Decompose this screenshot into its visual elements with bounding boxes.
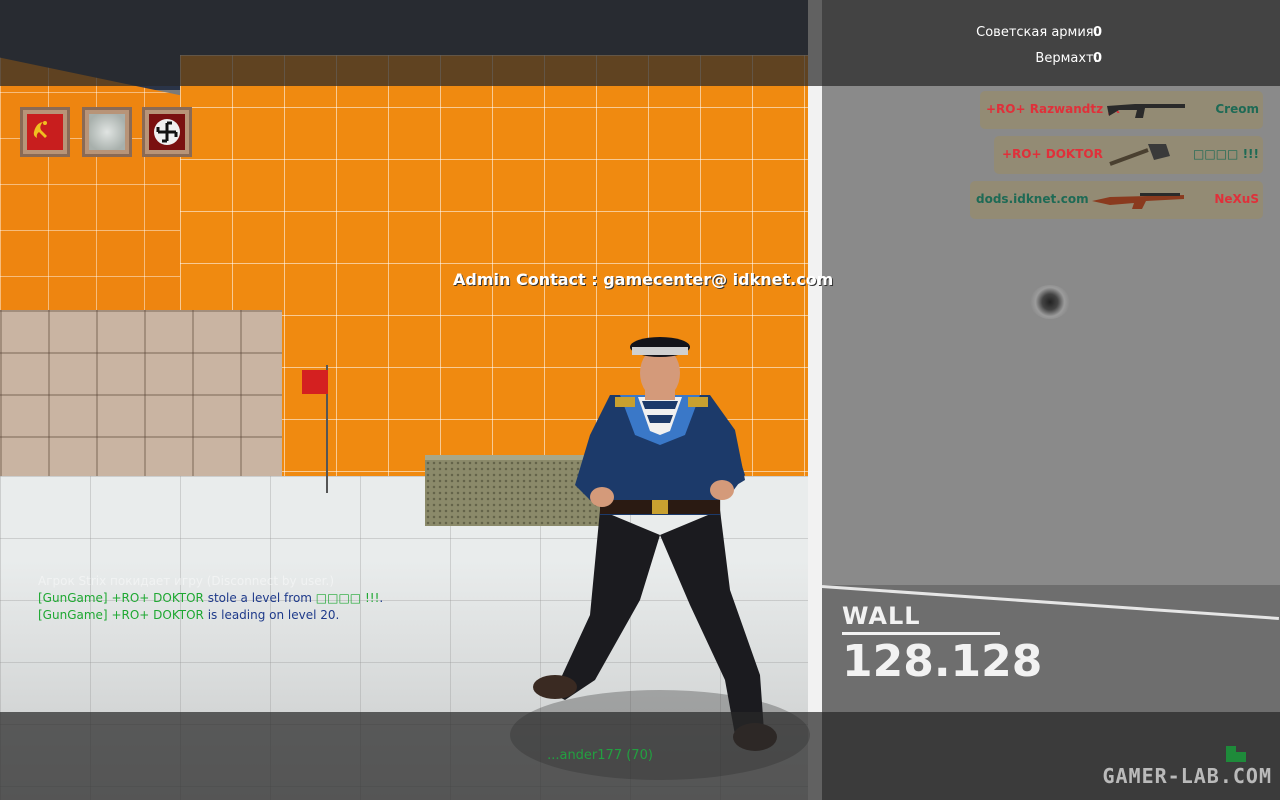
rifle-svt-icon <box>1092 193 1184 209</box>
killfeed-entry: dods.idknet.com NeXuS <box>970 181 1263 219</box>
chat-player: +RO+ DOKTOR <box>111 591 204 605</box>
surface-divider <box>842 632 1000 635</box>
rifle-ak-icon <box>1107 104 1185 118</box>
killfeed-entry: +RO+ DOKTOR □□□□ !!! <box>994 136 1263 174</box>
shovel-icon <box>1109 144 1170 166</box>
team-score-value: 0 <box>1093 25 1103 40</box>
team-score-wehrmacht: Вермахт: <box>798 51 1098 66</box>
spectator-icon <box>89 114 125 150</box>
german-flag-icon <box>149 114 185 150</box>
team-score-soviet: Советская армия: <box>798 25 1098 40</box>
chat-target: □□□□ !!! <box>315 591 380 605</box>
wall-corner-edge <box>808 0 822 800</box>
soviet-flag-icon <box>27 114 63 150</box>
surface-value: 128.128 <box>842 636 1043 687</box>
surface-label: WALL <box>842 602 921 630</box>
team-name: Вермахт: <box>1035 51 1098 66</box>
team-score-value: 0 <box>1093 51 1103 66</box>
killer-name: dods.idknet.com <box>976 192 1089 206</box>
chat-text: is leading on level 20. <box>203 608 340 622</box>
team-select-spectator[interactable] <box>82 107 132 157</box>
soviet-flag <box>302 370 328 394</box>
hud-top-band <box>0 0 1280 86</box>
chat-line: [GunGame] +RO+ DOKTOR stole a level from… <box>38 591 383 605</box>
chat-tag: [GunGame] <box>38 591 108 605</box>
chat-line: [GunGame] +RO+ DOKTOR is leading on leve… <box>38 608 339 622</box>
team-select-soviet[interactable] <box>20 107 70 157</box>
chat-player: +RO+ DOKTOR <box>111 608 204 622</box>
gamer-lab-logo-icon <box>1226 746 1246 762</box>
admin-contact-message: Admin Contact : gamecenter@ idknet.com <box>453 270 834 289</box>
sailor-soldier <box>533 337 777 751</box>
victim-name: □□□□ !!! <box>1193 147 1259 161</box>
chat-tag: [GunGame] <box>38 608 108 622</box>
killer-name: +RO+ Razwandtz ;x <box>986 102 1120 116</box>
chat-end: . <box>379 591 384 605</box>
chat-text: stole a level from <box>203 591 316 605</box>
chat-line-faded: Агрок Strix покидает игру (Disconnect by… <box>38 574 335 588</box>
killfeed-entry: +RO+ Razwandtz ;x Creom <box>980 91 1263 129</box>
watermark: GAMER-LAB.COM <box>1102 764 1272 788</box>
team-name: Советская армия: <box>976 25 1098 40</box>
team-select-german[interactable] <box>142 107 192 157</box>
victim-name: Creom <box>1215 102 1259 116</box>
spectate-target: ...ander177 (70) <box>547 748 653 763</box>
stone-wall <box>0 310 282 488</box>
killer-name: +RO+ DOKTOR <box>1002 147 1103 161</box>
victim-name: NeXuS <box>1214 192 1259 206</box>
bullet-hole-decal <box>1030 285 1070 319</box>
